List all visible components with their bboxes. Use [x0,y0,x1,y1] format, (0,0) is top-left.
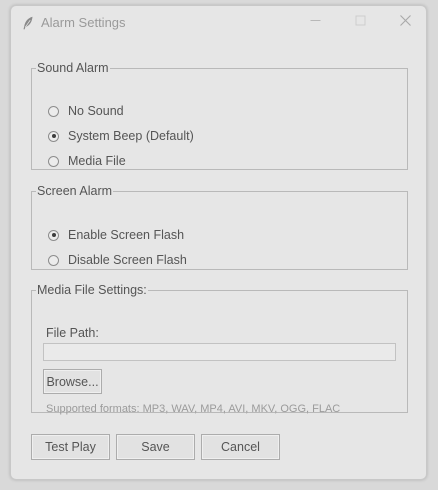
title-bar[interactable]: Alarm Settings [11,6,426,38]
radio-label: System Beep (Default) [68,129,194,143]
radio-system-beep[interactable]: System Beep (Default) [48,129,194,143]
screen-alarm-legend: Screen Alarm [37,184,113,198]
radio-label: Disable Screen Flash [68,253,187,267]
radio-indicator [48,254,59,266]
radio-enable-screen-flash[interactable]: Enable Screen Flash [48,228,184,242]
radio-indicator-selected [48,130,59,142]
maximize-button[interactable] [338,6,382,38]
radio-label: Enable Screen Flash [68,228,185,242]
feather-icon [22,16,34,30]
minimize-button[interactable] [293,6,337,38]
sound-alarm-group: Sound Alarm No Sound System Beep (Defaul… [31,61,408,170]
media-file-settings-group: Media File Settings: File Path: Browse..… [31,283,408,415]
screen-alarm-group: Screen Alarm Enable Screen Flash Disable… [31,184,408,270]
alarm-settings-window: Alarm Settings Sound Alarm No Sound Syst… [10,5,427,480]
cancel-button[interactable]: Cancel [201,434,280,460]
maximize-icon [355,13,366,31]
radio-indicator [48,155,59,167]
file-path-input[interactable] [43,343,396,361]
radio-indicator-selected [48,229,59,241]
test-play-button[interactable]: Test Play [31,434,110,460]
radio-indicator [48,105,59,117]
minimize-icon [310,13,321,31]
close-button[interactable] [383,6,427,38]
browse-button[interactable]: Browse... [43,369,102,394]
radio-label: No Sound [68,104,124,118]
supported-formats-text: Supported formats: MP3, WAV, MP4, AVI, M… [46,403,341,415]
file-path-label: File Path: [46,326,99,340]
radio-disable-screen-flash[interactable]: Disable Screen Flash [48,253,187,267]
radio-media-file[interactable]: Media File [48,154,126,168]
media-settings-legend: Media File Settings: [37,283,147,297]
save-button[interactable]: Save [116,434,195,460]
radio-no-sound[interactable]: No Sound [48,104,124,118]
window-title: Alarm Settings [41,15,126,30]
radio-label: Media File [68,154,126,168]
close-icon [399,13,411,31]
sound-alarm-legend: Sound Alarm [37,61,109,75]
